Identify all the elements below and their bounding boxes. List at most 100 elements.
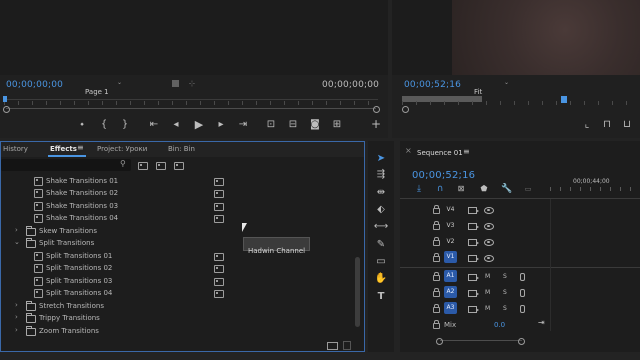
target-v1[interactable]: V1	[444, 251, 457, 263]
menu-icon[interactable]: ≡	[77, 143, 84, 152]
playhead-marker[interactable]	[3, 96, 7, 102]
microphone-icon[interactable]	[520, 273, 525, 281]
razor-tool-icon[interactable]: ⬖	[373, 203, 389, 217]
accelerated-effects-icon[interactable]	[138, 162, 148, 170]
tab-bin[interactable]: Bin: Bin	[168, 145, 195, 153]
list-item[interactable]: Shake Transitions 01	[1, 174, 353, 186]
list-item[interactable]: Split Transitions 03	[1, 274, 353, 286]
tab-history[interactable]: History	[3, 145, 28, 153]
source-timecode[interactable]: 00;00;00;00	[6, 80, 63, 90]
add-marker-icon[interactable]: ⬩	[77, 119, 87, 131]
step-forward-icon[interactable]: ▸	[215, 119, 227, 131]
lock-icon[interactable]	[433, 253, 440, 262]
go-to-in-icon[interactable]: ⌞	[582, 119, 592, 131]
type-tool-icon[interactable]: T	[373, 290, 389, 304]
folder-item[interactable]: › Trippy Transitions	[1, 311, 353, 323]
snap-icon[interactable]: ∩	[435, 183, 445, 195]
32bit-effects-icon[interactable]	[156, 162, 166, 170]
sync-lock-icon[interactable]	[468, 255, 479, 262]
sync-lock-icon[interactable]	[468, 207, 479, 214]
solo-button[interactable]: S	[503, 305, 507, 312]
fit-select[interactable]: Fit ⌄	[474, 79, 512, 96]
extract-icon[interactable]: ⊔	[622, 119, 632, 131]
settings-icon[interactable]: ⊞	[331, 119, 343, 131]
lock-icon[interactable]	[433, 221, 440, 230]
go-to-end-icon[interactable]: ⇥	[538, 318, 545, 327]
hand-tool-icon[interactable]: ✋	[373, 272, 389, 286]
export-frame-icon[interactable]: ◙	[309, 119, 321, 131]
sequence-title[interactable]: Sequence 01	[417, 149, 463, 157]
lock-icon[interactable]	[433, 237, 440, 246]
selection-tool-icon[interactable]: ➤	[373, 152, 389, 166]
zoom-handle-right[interactable]	[373, 106, 380, 113]
go-to-out-icon[interactable]: ⇥	[237, 119, 249, 131]
chevron-right-icon[interactable]: ›	[15, 313, 18, 321]
add-button-icon[interactable]: +	[370, 118, 382, 130]
tab-effects[interactable]: Effects	[50, 145, 77, 153]
captions-icon[interactable]: ▭	[523, 183, 533, 195]
overwrite-icon[interactable]: ⊟	[287, 119, 299, 131]
close-icon[interactable]: ×	[405, 146, 412, 155]
target-v2[interactable]: V2	[444, 236, 457, 248]
playhead-marker[interactable]	[561, 96, 567, 103]
ripple-edit-tool-icon[interactable]: ⇹	[373, 186, 389, 200]
rectangle-tool-icon[interactable]: ▭	[373, 255, 389, 269]
lock-icon[interactable]	[433, 320, 440, 329]
tab-project[interactable]: Project: Уроки	[97, 145, 147, 153]
scrollbar-thumb[interactable]	[355, 257, 360, 327]
microphone-icon[interactable]	[520, 305, 525, 313]
mark-out-icon[interactable]: }	[120, 119, 130, 131]
list-item[interactable]: Shake Transitions 03	[1, 199, 353, 211]
target-a2[interactable]: A2	[444, 286, 457, 298]
page-select[interactable]: Page 1 ⌄	[85, 79, 125, 96]
mute-button[interactable]: M	[485, 289, 490, 296]
play-icon[interactable]: ▶	[193, 119, 205, 131]
eye-icon[interactable]	[484, 239, 494, 246]
yuv-effects-icon[interactable]	[174, 162, 184, 170]
slip-tool-icon[interactable]: ⟷	[373, 220, 389, 234]
mute-button[interactable]: M	[485, 273, 490, 280]
new-folder-icon[interactable]	[327, 342, 338, 350]
chevron-right-icon[interactable]: ›	[15, 301, 18, 309]
target-a1[interactable]: A1	[444, 270, 457, 282]
eye-icon[interactable]	[484, 207, 494, 214]
scrollbar[interactable]	[355, 177, 360, 337]
zoom-handle-left[interactable]	[402, 106, 409, 113]
target-v3[interactable]: V3	[444, 220, 457, 232]
timeline-zoom-bar[interactable]	[436, 338, 526, 345]
wrench-icon[interactable]: 🔧	[501, 183, 512, 195]
folder-item[interactable]: › Stretch Transitions	[1, 299, 353, 311]
target-v4[interactable]: V4	[444, 204, 457, 216]
chevron-right-icon[interactable]: ›	[15, 226, 18, 234]
eye-icon[interactable]	[484, 223, 494, 230]
program-scrubber[interactable]	[402, 96, 640, 106]
track-select-tool-icon[interactable]: ⇶	[373, 168, 389, 182]
target-a3[interactable]: A3	[444, 302, 457, 314]
sync-lock-icon[interactable]	[468, 274, 479, 281]
list-item[interactable]: Split Transitions 04	[1, 286, 353, 298]
step-back-icon[interactable]: ◂	[170, 119, 182, 131]
lift-icon[interactable]: ⊓	[602, 119, 612, 131]
program-timecode[interactable]: 00;00;52;16	[404, 80, 461, 90]
chevron-down-icon[interactable]: ⌄	[14, 238, 20, 246]
eye-icon[interactable]	[484, 255, 494, 262]
lock-icon[interactable]	[433, 304, 440, 313]
marker-icon[interactable]: ⬟	[479, 183, 489, 195]
zoom-handle-left[interactable]	[436, 338, 443, 345]
menu-icon[interactable]: ≡	[463, 147, 470, 156]
solo-button[interactable]: S	[503, 289, 507, 296]
zoom-handle-left[interactable]	[3, 106, 10, 113]
zoom-bar[interactable]	[3, 106, 380, 113]
go-to-in-icon[interactable]: ⇤	[148, 119, 160, 131]
search-input[interactable]: ⚲	[1, 159, 131, 171]
lock-icon[interactable]	[433, 288, 440, 297]
sync-lock-icon[interactable]	[468, 290, 479, 297]
linked-selection-icon[interactable]: ⊠	[456, 183, 466, 195]
delete-icon[interactable]	[343, 341, 351, 350]
pen-tool-icon[interactable]: ✎	[373, 238, 389, 252]
lock-icon[interactable]	[433, 205, 440, 214]
time-ruler[interactable]: 00;00;44;00	[550, 175, 640, 197]
zoom-handle-right[interactable]	[518, 338, 525, 345]
lock-icon[interactable]	[433, 272, 440, 281]
mute-button[interactable]: M	[485, 305, 490, 312]
